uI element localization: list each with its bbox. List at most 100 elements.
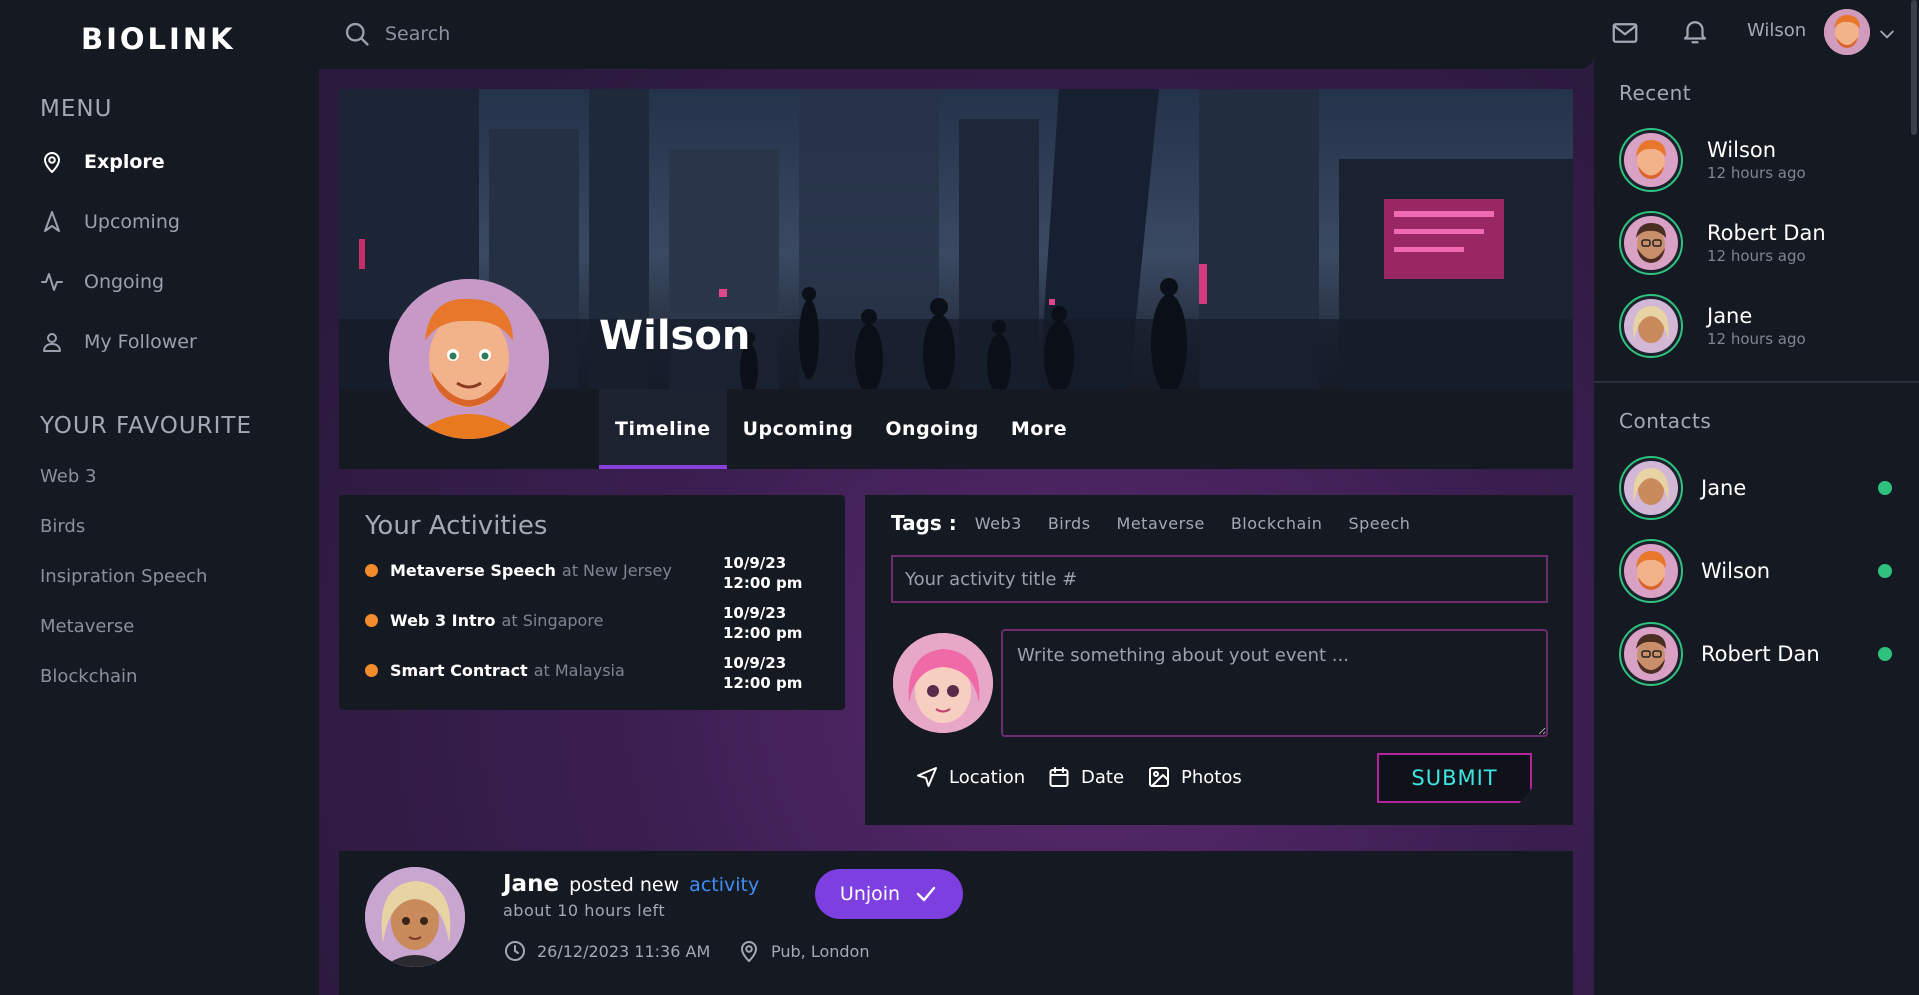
right-sidebar: Wilson Recent Wilson 12 hours ago Robert… — [1594, 0, 1919, 995]
activity-icon — [41, 273, 63, 291]
activity-link[interactable]: activity — [689, 874, 759, 896]
favourite-item-blockchain[interactable]: Blockchain — [40, 666, 137, 687]
sidebar-item-explore[interactable]: Explore — [40, 147, 165, 177]
profile-tabs: Timeline Upcoming Ongoing More — [599, 389, 1083, 469]
tag-web3[interactable]: Web3 — [975, 514, 1022, 533]
activity-time: 12:00 pm — [723, 624, 803, 642]
search-icon[interactable] — [343, 20, 371, 48]
activity-date: 10/9/23 — [723, 604, 787, 622]
avatar — [1619, 539, 1683, 603]
activities-title: Your Activities — [365, 511, 548, 541]
favourite-title: YOUR FAVOURITE — [40, 413, 253, 439]
favourite-item-birds[interactable]: Birds — [40, 516, 85, 537]
activity-dot — [365, 564, 378, 577]
photos-button[interactable]: Photos — [1147, 765, 1242, 789]
chevron-down-icon[interactable] — [1877, 24, 1897, 44]
current-user-avatar[interactable] — [1824, 9, 1870, 55]
unjoin-button[interactable]: Unjoin — [815, 869, 963, 919]
activity-title-input[interactable] — [891, 555, 1548, 603]
contact-item[interactable]: Robert Dan — [1619, 622, 1909, 686]
profile-avatar[interactable] — [389, 279, 549, 439]
tag-metaverse[interactable]: Metaverse — [1117, 514, 1205, 533]
calendar-icon — [1049, 767, 1069, 787]
contact-name: Robert Dan — [1701, 642, 1820, 666]
activity-date: 10/9/23 — [723, 554, 787, 572]
recent-time: 12 hours ago — [1707, 247, 1806, 265]
feed-post: Jane posted new activity about 10 hours … — [339, 851, 1573, 995]
activity-dot — [365, 614, 378, 627]
post-datetime: 26/12/2023 11:36 AM — [503, 939, 710, 963]
tag-birds[interactable]: Birds — [1048, 514, 1091, 533]
submit-button[interactable]: SUBMIT — [1377, 753, 1532, 803]
profile-name: Wilson — [599, 313, 751, 359]
mail-icon[interactable] — [1610, 18, 1640, 48]
online-indicator — [1878, 564, 1892, 578]
sidebar-item-my-follower[interactable]: My Follower — [40, 327, 197, 357]
online-indicator — [1878, 647, 1892, 661]
sidebar-item-label: My Follower — [84, 331, 197, 353]
sidebar-item-label: Ongoing — [84, 271, 165, 293]
post-author-avatar[interactable] — [365, 867, 465, 967]
contact-item[interactable]: Wilson — [1619, 539, 1909, 603]
sidebar-item-ongoing[interactable]: Ongoing — [40, 267, 164, 297]
menu-title: MENU — [40, 96, 113, 122]
location-button[interactable]: Location — [915, 765, 1025, 789]
contact-name: Jane — [1701, 476, 1747, 500]
sidebar-item-upcoming[interactable]: Upcoming — [40, 207, 180, 237]
activity-time: 12:00 pm — [723, 674, 803, 692]
location-pin-icon — [44, 152, 60, 173]
user-icon — [43, 333, 61, 352]
activity-description-input[interactable] — [1001, 629, 1548, 737]
recent-name: Jane — [1707, 304, 1753, 328]
bell-icon[interactable] — [1680, 16, 1710, 46]
activity-datetime: 10/9/23 12:00 pm — [723, 553, 802, 593]
tag-speech[interactable]: Speech — [1348, 514, 1410, 533]
tab-ongoing[interactable]: Ongoing — [869, 389, 994, 469]
image-icon — [1149, 767, 1169, 787]
activity-title: Smart Contract — [390, 661, 528, 680]
post-author-name[interactable]: Jane — [503, 871, 559, 897]
avatar — [1619, 211, 1683, 275]
favourite-item-inspiration-speech[interactable]: Insipration Speech — [40, 566, 207, 587]
recent-name: Wilson — [1707, 138, 1777, 162]
search-input[interactable] — [385, 23, 785, 45]
tag-blockchain[interactable]: Blockchain — [1231, 514, 1323, 533]
app-logo[interactable]: BIOLINK — [81, 22, 236, 56]
activity-time: 12:00 pm — [723, 574, 803, 592]
recent-time: 12 hours ago — [1707, 330, 1806, 348]
clock-icon — [505, 941, 525, 961]
post-text: posted new — [569, 874, 680, 896]
activity-title: Web 3 Intro — [390, 611, 496, 630]
avatar — [1619, 456, 1683, 520]
contact-item[interactable]: Jane — [1619, 456, 1909, 520]
online-indicator — [1878, 481, 1892, 495]
left-sidebar: BIOLINK MENU Explore Upcoming Ongoing My… — [0, 0, 319, 995]
recent-item[interactable]: Wilson 12 hours ago — [1619, 128, 1909, 192]
date-button[interactable]: Date — [1047, 765, 1124, 789]
contact-name: Wilson — [1701, 559, 1771, 583]
profile-card: Wilson Timeline Upcoming Ongoing More — [339, 89, 1573, 469]
location-pin-icon — [740, 941, 758, 963]
activity-datetime: 10/9/23 12:00 pm — [723, 653, 802, 693]
tab-upcoming[interactable]: Upcoming — [727, 389, 870, 469]
post-datetime-label: 26/12/2023 11:36 AM — [537, 941, 711, 961]
date-label: Date — [1081, 766, 1125, 788]
activity-date: 10/9/23 — [723, 654, 787, 672]
check-icon — [916, 886, 936, 902]
search-box — [343, 20, 785, 48]
recent-name: Robert Dan — [1707, 221, 1826, 245]
create-activity-form: Tags : Web3 Birds Metaverse Blockchain S… — [865, 495, 1573, 825]
current-user-name[interactable]: Wilson — [1747, 20, 1806, 41]
scrollbar-thumb[interactable] — [1911, 0, 1917, 135]
tab-more[interactable]: More — [995, 389, 1083, 469]
tab-timeline[interactable]: Timeline — [599, 389, 727, 469]
location-label: Location — [949, 766, 1026, 788]
recent-item[interactable]: Jane 12 hours ago — [1619, 294, 1909, 358]
recent-item[interactable]: Robert Dan 12 hours ago — [1619, 211, 1909, 275]
divider — [1594, 381, 1919, 383]
favourite-item-metaverse[interactable]: Metaverse — [40, 616, 134, 637]
contacts-title: Contacts — [1619, 409, 1712, 433]
unjoin-label: Unjoin — [839, 883, 901, 905]
activity-location: at New Jersey — [561, 561, 672, 580]
favourite-item-web3[interactable]: Web 3 — [40, 466, 96, 487]
